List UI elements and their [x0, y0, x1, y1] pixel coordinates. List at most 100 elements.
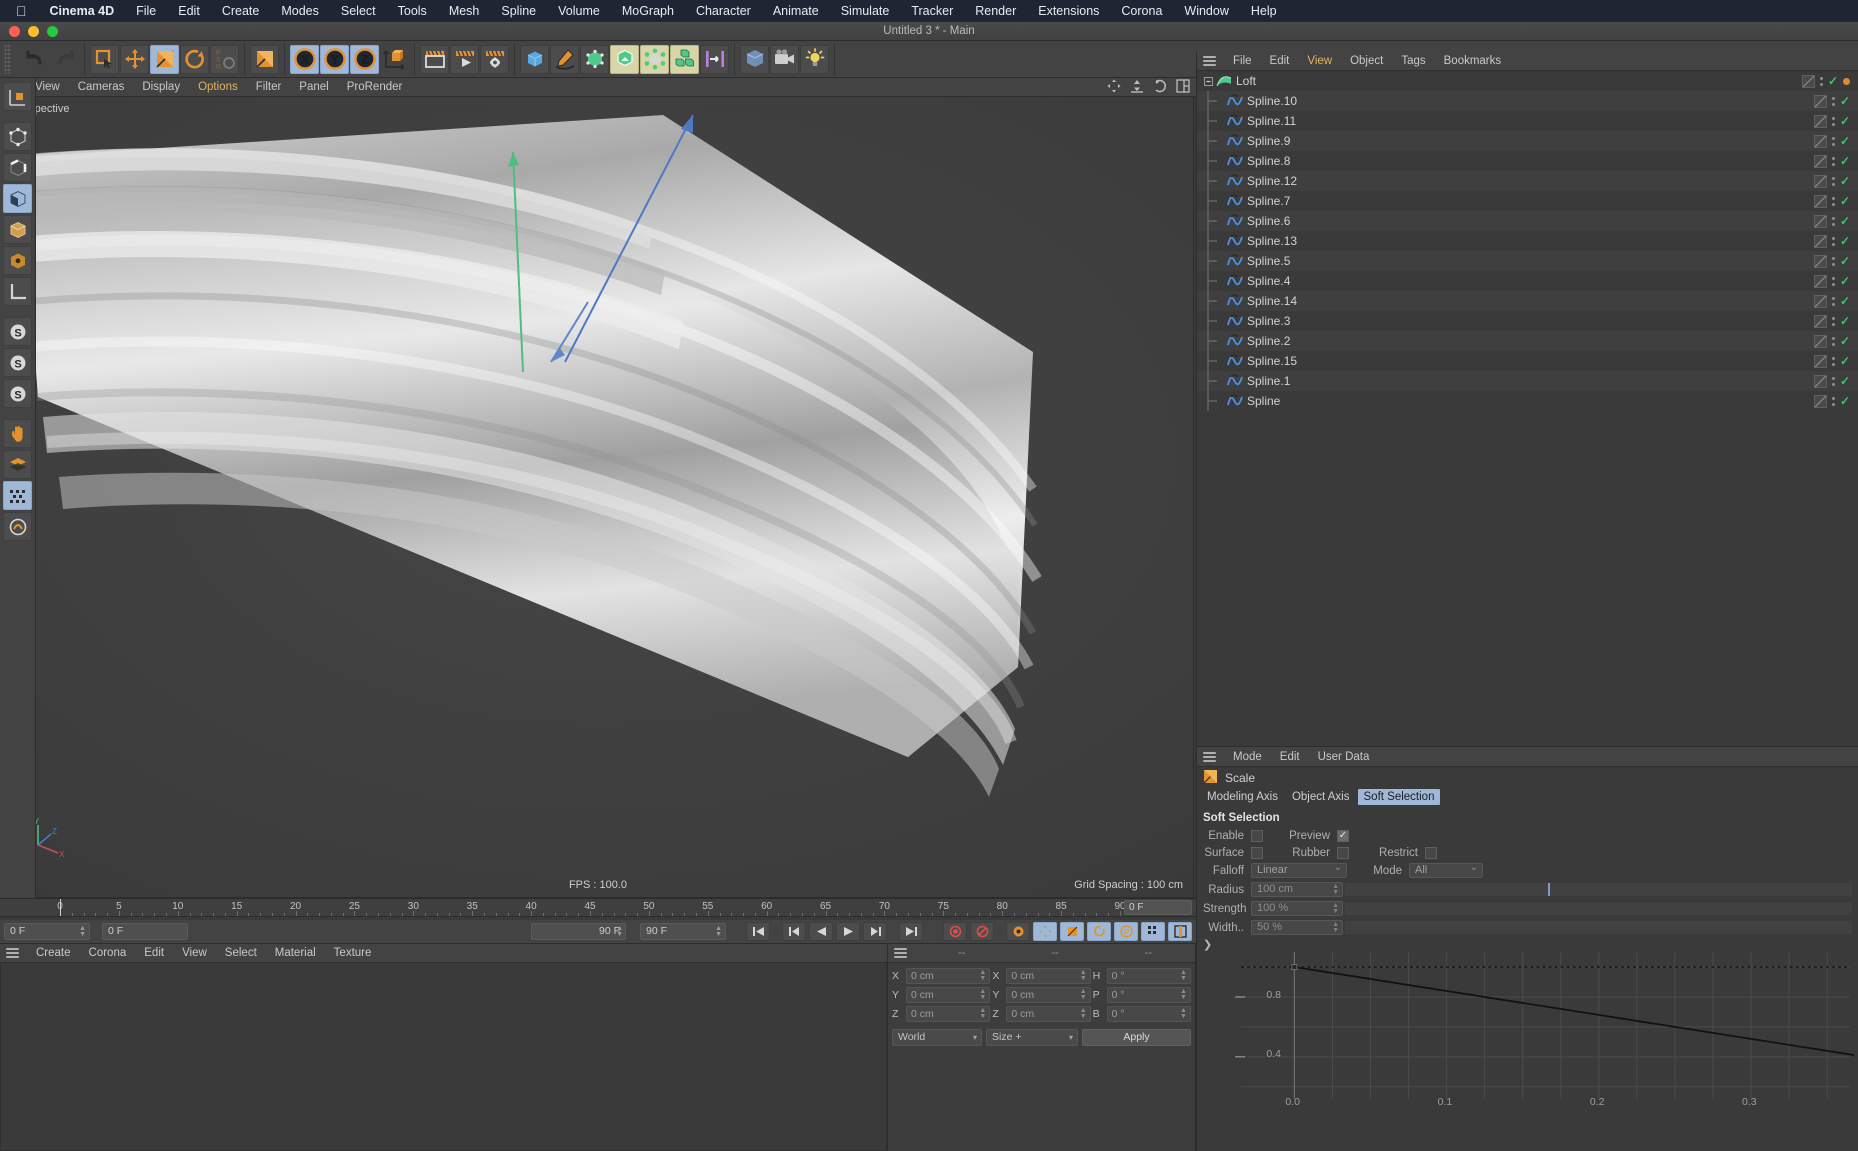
material-menu-material[interactable]: Material — [266, 947, 325, 959]
tool-edge-mode-button[interactable] — [3, 153, 32, 182]
preview-checkbox[interactable] — [1337, 829, 1349, 842]
visibility-dots-icon[interactable] — [1831, 316, 1835, 326]
menu-tools[interactable]: Tools — [387, 4, 438, 18]
visibility-dots-icon[interactable] — [1831, 396, 1835, 406]
enabled-check-icon[interactable]: ✓ — [1840, 394, 1850, 408]
light-button[interactable] — [800, 44, 829, 74]
object-tag-slot[interactable] — [1813, 194, 1827, 208]
attribute-menu-edit[interactable]: Edit — [1271, 751, 1309, 763]
apple-icon[interactable]:  — [10, 4, 39, 18]
enabled-check-icon[interactable]: ✓ — [1828, 74, 1838, 88]
redo-button[interactable] — [50, 45, 79, 74]
menu-corona[interactable]: Corona — [1110, 4, 1173, 18]
timeline-end-field[interactable]: 0 F — [1124, 900, 1192, 915]
object-row-spline[interactable]: Spline.11 ✓ — [1197, 111, 1858, 131]
width-field[interactable]: 50 % ▲ ▼ — [1251, 920, 1343, 935]
menu-create[interactable]: Create — [211, 4, 271, 18]
coord-size-y-field[interactable]: 0 cm ▲ ▼ — [1006, 987, 1091, 1003]
menu-tracker[interactable]: Tracker — [900, 4, 964, 18]
enabled-check-icon[interactable]: ✓ — [1840, 154, 1850, 168]
start-frame-field[interactable]: 0 F — [102, 923, 188, 940]
render-to-picture-viewer-button[interactable] — [450, 44, 479, 74]
menu-file[interactable]: File — [125, 4, 167, 18]
go-to-start-button[interactable] — [746, 922, 770, 941]
zoom-viewport-icon[interactable] — [1130, 79, 1144, 96]
timeline-ruler[interactable]: 051015202530354045505560657075808590 0 F — [0, 898, 1196, 917]
scale-key-button[interactable] — [1060, 922, 1084, 941]
move-viewport-icon[interactable] — [1107, 79, 1121, 96]
enabled-check-icon[interactable]: ✓ — [1840, 94, 1850, 108]
object-tag-slot[interactable] — [1813, 274, 1827, 288]
tool-axis-move-button[interactable] — [3, 82, 32, 111]
object-row-spline[interactable]: Spline.6 ✓ — [1197, 211, 1858, 231]
panel-layout-icon[interactable] — [1176, 78, 1190, 96]
camera-button[interactable] — [770, 44, 799, 74]
enabled-check-icon[interactable]: ✓ — [1840, 214, 1850, 228]
object-tag-slot[interactable] — [1813, 234, 1827, 248]
object-menu-file[interactable]: File — [1224, 55, 1261, 67]
enabled-check-icon[interactable]: ✓ — [1840, 354, 1850, 368]
object-menu-bookmarks[interactable]: Bookmarks — [1435, 55, 1511, 67]
environment-button[interactable] — [740, 44, 769, 74]
object-row-spline[interactable]: Spline.7 ✓ — [1197, 191, 1858, 211]
material-menu-select[interactable]: Select — [216, 947, 266, 959]
object-tag-slot[interactable] — [1813, 94, 1827, 108]
visibility-dots-icon[interactable] — [1831, 96, 1835, 106]
attribute-menu-mode[interactable]: Mode — [1224, 751, 1271, 763]
tool-solo-hand-button[interactable] — [3, 419, 32, 448]
object-row-spline[interactable]: Spline.14 ✓ — [1197, 291, 1858, 311]
play-reverse-button[interactable] — [809, 922, 833, 941]
object-row-spline[interactable]: Spline.10 ✓ — [1197, 91, 1858, 111]
falloff-curve-graph[interactable]: ❯ 0.8 0.4 0.0 0.1 0.2 0.3 — [1203, 939, 1854, 1108]
timeline-playhead[interactable] — [60, 899, 61, 916]
tool-grid-toggle-button[interactable] — [3, 481, 32, 510]
object-tag-slot[interactable] — [1813, 334, 1827, 348]
rubber-checkbox[interactable] — [1337, 846, 1349, 859]
enabled-check-icon[interactable]: ✓ — [1840, 294, 1850, 308]
menu-animate[interactable]: Animate — [762, 4, 830, 18]
object-tag-slot[interactable] — [1813, 394, 1827, 408]
rotate-tool-button[interactable] — [180, 44, 209, 74]
object-tag-slot[interactable] — [1813, 134, 1827, 148]
width-slider[interactable] — [1345, 921, 1852, 934]
viewport-menu-cameras[interactable]: Cameras — [69, 81, 134, 93]
tab-modeling-axis[interactable]: Modeling Axis — [1201, 789, 1284, 805]
material-menu-view[interactable]: View — [173, 947, 216, 959]
object-tag-slot[interactable] — [1813, 354, 1827, 368]
coord-rotation-p-field[interactable]: 0 ° ▲ ▼ — [1106, 987, 1191, 1003]
strength-slider[interactable] — [1345, 902, 1852, 915]
array-modeling-button[interactable] — [610, 44, 639, 74]
deformer-button[interactable] — [700, 44, 729, 74]
object-tag-slot[interactable] — [1813, 294, 1827, 308]
z-axis-lock-button[interactable]: Z — [350, 44, 379, 74]
viewport-menu-filter[interactable]: Filter — [247, 81, 291, 93]
point-level-animation-button[interactable] — [1141, 922, 1165, 941]
visibility-dots-icon[interactable] — [1831, 136, 1835, 146]
visibility-dots-icon[interactable] — [1831, 376, 1835, 386]
menu-mesh[interactable]: Mesh — [438, 4, 491, 18]
viewport-menu-display[interactable]: Display — [133, 81, 189, 93]
menu-volume[interactable]: Volume — [547, 4, 611, 18]
parameter-key-button[interactable]: P — [1114, 922, 1138, 941]
object-tag-slot[interactable] — [1813, 314, 1827, 328]
object-row-spline[interactable]: Spline.3 ✓ — [1197, 311, 1858, 331]
rotation-key-button[interactable] — [1087, 922, 1111, 941]
next-keyframe-button[interactable] — [863, 922, 887, 941]
preview-end-field[interactable]: 90 F ▲ ▼ — [531, 923, 626, 940]
coord-system-select[interactable]: World — [892, 1029, 982, 1046]
coord-size-z-field[interactable]: 0 cm ▲ ▼ — [1006, 1006, 1091, 1022]
viewport-3d-canvas[interactable]: Perspective Default Camera — [2, 97, 1194, 898]
render-view-button[interactable] — [420, 44, 449, 74]
tool-enable-snap-button[interactable]: S — [3, 348, 32, 377]
menu-spline[interactable]: Spline — [490, 4, 547, 18]
visibility-dots-icon[interactable] — [1831, 156, 1835, 166]
tool-workplane-button[interactable] — [3, 277, 32, 306]
add-spline-button[interactable] — [550, 44, 579, 74]
visibility-dots-icon[interactable] — [1831, 276, 1835, 286]
mode-select[interactable]: All — [1409, 861, 1483, 878]
mograph-button[interactable] — [640, 44, 669, 74]
move-tool-button[interactable] — [120, 44, 149, 74]
visibility-dots-icon[interactable] — [1831, 236, 1835, 246]
visibility-dots-icon[interactable] — [1831, 296, 1835, 306]
object-menu-icon[interactable] — [1203, 56, 1216, 66]
